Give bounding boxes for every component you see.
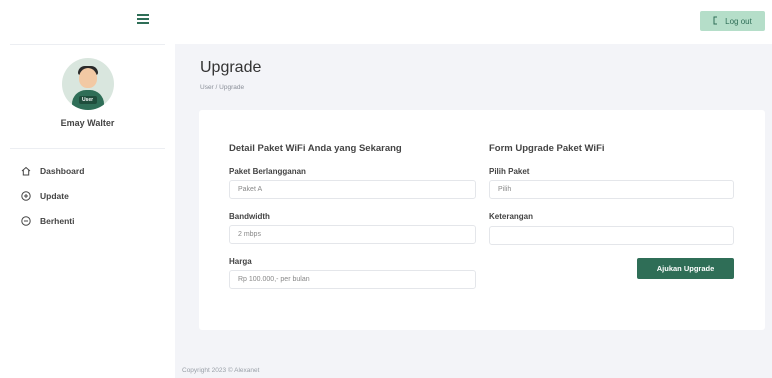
plus-circle-icon <box>20 190 32 202</box>
logout-icon <box>713 16 720 27</box>
home-icon <box>20 165 32 177</box>
price-label: Harga <box>229 257 252 266</box>
menu-toggle-icon[interactable] <box>137 14 149 24</box>
avatar: User <box>61 58 114 110</box>
minus-circle-icon <box>20 215 32 227</box>
profile-name: Emay Walter <box>60 118 115 128</box>
avatar-badge: User <box>78 96 97 104</box>
sidebar-divider <box>10 148 165 149</box>
notes-input[interactable] <box>489 226 734 245</box>
sidebar-item-label: Update <box>40 190 69 201</box>
bandwidth-label: Bandwidth <box>229 212 270 221</box>
page-title: Upgrade <box>200 59 262 76</box>
footer-copyright: Copyright 2023 © Alexanet <box>182 367 260 374</box>
sidebar-item-label: Berhenti <box>40 215 75 226</box>
sidebar-item-dashboard[interactable]: Dashboard <box>20 164 84 177</box>
package-label: Pilih Paket <box>489 167 530 176</box>
bandwidth-field: 2 mbps <box>229 225 476 244</box>
notes-label: Keterangan <box>489 212 534 221</box>
logout-button[interactable]: Log out <box>700 11 765 31</box>
logout-label: Log out <box>725 16 752 26</box>
subscription-field: Paket A <box>229 180 476 199</box>
sidebar-header <box>0 0 175 44</box>
subscription-label: Paket Berlangganan <box>229 167 306 176</box>
price-field: Rp 100.000,- per bulan <box>229 270 476 289</box>
sidebar: User Emay Walter Dashboard Update Berhen… <box>0 0 175 378</box>
top-bar: Log out <box>175 0 772 44</box>
sidebar-divider <box>10 44 165 45</box>
submit-upgrade-button[interactable]: Ajukan Upgrade <box>637 258 734 279</box>
sidebar-item-label: Dashboard <box>40 165 85 176</box>
sidebar-item-berhenti[interactable]: Berhenti <box>20 214 84 227</box>
breadcrumb: User / Upgrade <box>200 84 245 91</box>
current-plan-title: Detail Paket WiFi Anda yang Sekarang <box>229 143 402 154</box>
sidebar-nav: Dashboard Update Berhenti <box>20 164 84 239</box>
user-profile: User Emay Walter <box>0 58 175 128</box>
sidebar-item-update[interactable]: Update <box>20 189 84 202</box>
package-select[interactable]: Pilih <box>489 180 734 199</box>
upgrade-form-title: Form Upgrade Paket WiFi <box>489 143 605 154</box>
